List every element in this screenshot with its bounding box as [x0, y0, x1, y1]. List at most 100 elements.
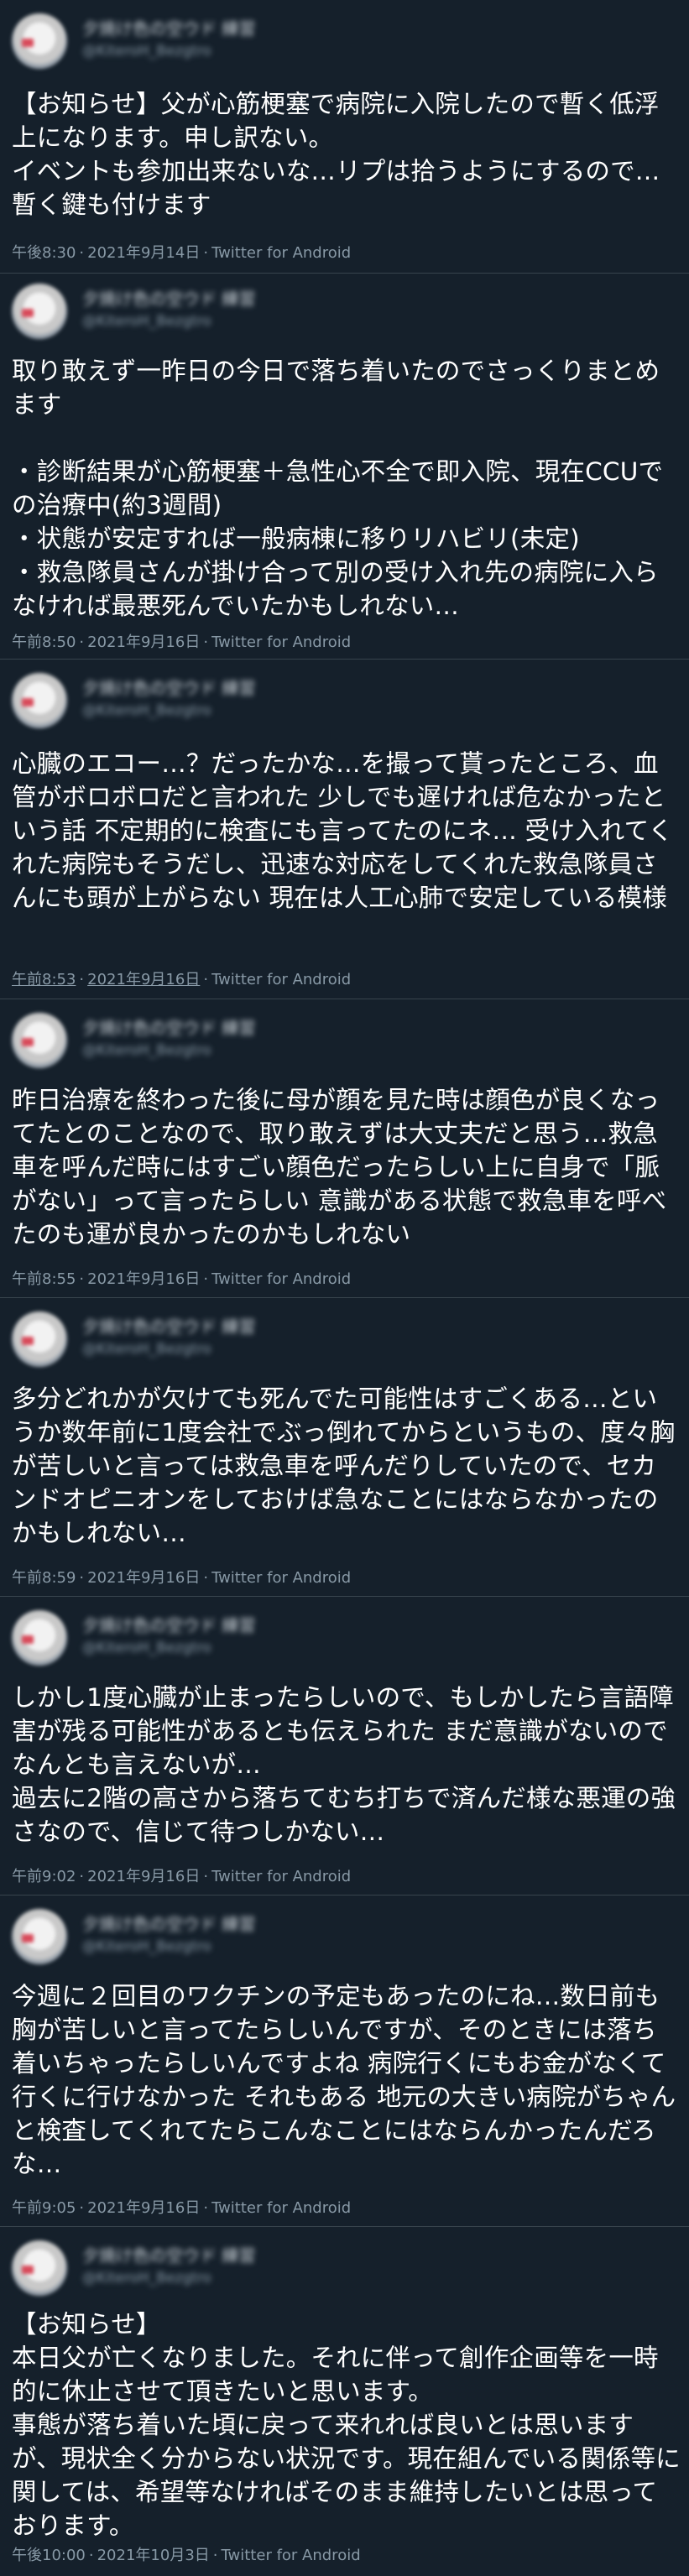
author-handle[interactable]: @KiteroH_Bezgtro — [82, 1639, 435, 1657]
avatar-badge-icon — [22, 2266, 34, 2274]
author-block[interactable]: 夕焼け色の空ウド 練習 @KiteroH_Bezgtro — [82, 1018, 435, 1065]
tweet-time[interactable]: 午前9:05 — [12, 2199, 76, 2217]
tweet[interactable]: 夕焼け色の空ウド 練習 @KiteroH_Bezgtro 昨日治療を終わった後に… — [0, 999, 689, 1298]
tweet-time[interactable]: 午後10:00 — [12, 2547, 86, 2564]
tweet-client[interactable]: Twitter for Android — [211, 244, 351, 262]
tweet-date[interactable]: 2021年9月16日 — [87, 1868, 200, 1885]
meta-separator: · — [79, 1270, 85, 1288]
tweet-date[interactable]: 2021年9月16日 — [87, 971, 200, 988]
author-block[interactable]: 夕焼け色の空ウド 練習 @KiteroH_Bezgtro — [82, 1914, 435, 1961]
meta-separator: · — [203, 634, 209, 651]
meta-separator: · — [79, 1868, 85, 1885]
tweet-text: 多分どれかが欠けても死んでた可能性はすごくある…というか数年前に1度会社でぶっ倒… — [12, 1384, 676, 1547]
tweet-time[interactable]: 午前8:53 — [12, 971, 76, 988]
author-block[interactable]: 夕焼け色の空ウド 練習 @KiteroH_Bezgtro — [82, 18, 435, 65]
author-handle[interactable]: @KiteroH_Bezgtro — [82, 42, 435, 60]
avatar-badge-icon — [22, 1337, 34, 1345]
avatar[interactable] — [12, 1311, 67, 1367]
author-block[interactable]: 夕焼け色の空ウド 練習 @KiteroH_Bezgtro — [82, 678, 435, 725]
author-name[interactable]: 夕焼け色の空ウド 練習 — [82, 2245, 435, 2266]
tweet-client[interactable]: Twitter for Android — [211, 971, 351, 988]
author-handle[interactable]: @KiteroH_Bezgtro — [82, 701, 435, 720]
avatar[interactable] — [12, 284, 67, 339]
author-name[interactable]: 夕焼け色の空ウド 練習 — [82, 1615, 435, 1635]
tweet-time[interactable]: 午後8:30 — [12, 244, 76, 262]
tweet-header: 夕焼け色の空ウド 練習 @KiteroH_Bezgtro — [12, 1013, 666, 1072]
meta-separator: · — [203, 244, 209, 262]
avatar[interactable] — [12, 13, 67, 69]
author-name[interactable]: 夕焼け色の空ウド 練習 — [82, 678, 435, 698]
meta-separator: · — [203, 2199, 209, 2217]
author-handle[interactable]: @KiteroH_Bezgtro — [82, 1041, 435, 1060]
tweet-date[interactable]: 2021年9月16日 — [87, 1270, 200, 1288]
tweet-text: 心臓のエコー…？だったかな…を撮って貰ったところ、血管がボロボロだと言われた 少… — [12, 749, 674, 912]
tweet-date[interactable]: 2021年9月14日 — [87, 244, 200, 262]
tweet[interactable]: 夕焼け色の空ウド 練習 @KiteroH_Bezgtro しかし1度心臓が止まっ… — [0, 1597, 689, 1895]
avatar-badge-icon — [22, 1038, 34, 1046]
tweet-client[interactable]: Twitter for Android — [211, 2199, 351, 2217]
meta-separator: · — [79, 2199, 85, 2217]
author-handle[interactable]: @KiteroH_Bezgtro — [82, 312, 435, 331]
author-name[interactable]: 夕焼け色の空ウド 練習 — [82, 289, 435, 309]
tweet-header: 夕焼け色の空ウド 練習 @KiteroH_Bezgtro — [12, 1610, 666, 1669]
author-handle[interactable]: @KiteroH_Bezgtro — [82, 1340, 435, 1358]
author-handle[interactable]: @KiteroH_Bezgtro — [82, 1937, 435, 1956]
author-name[interactable]: 夕焼け色の空ウド 練習 — [82, 1018, 435, 1038]
author-name[interactable]: 夕焼け色の空ウド 練習 — [82, 1914, 435, 1934]
avatar-badge-icon — [22, 39, 34, 47]
tweet-timeline: 夕焼け色の空ウド 練習 @KiteroH_Bezgtro 【お知らせ】父が心筋梗… — [0, 0, 689, 2576]
tweet-client[interactable]: Twitter for Android — [222, 2547, 361, 2564]
tweet-text: 昨日治療を終わった後に母が顔を見た時は顔色が良くなってたとのことなので、取り敢え… — [12, 1086, 667, 1249]
avatar[interactable] — [12, 673, 67, 728]
meta-separator: · — [79, 634, 85, 651]
tweet-text: 【お知らせ】父が心筋梗塞で病院に入院したので暫く低浮上になります。申し訳ない。 … — [12, 90, 660, 219]
avatar-badge-icon — [22, 1635, 34, 1644]
avatar[interactable] — [12, 2240, 67, 2296]
avatar-badge-icon — [22, 1934, 34, 1942]
meta-separator: · — [88, 2547, 94, 2564]
tweet-date[interactable]: 2021年10月3日 — [97, 2547, 210, 2564]
tweet-time[interactable]: 午前8:59 — [12, 1569, 76, 1587]
avatar[interactable] — [12, 1013, 67, 1068]
meta-separator: · — [203, 1569, 209, 1587]
tweet[interactable]: 夕焼け色の空ウド 練習 @KiteroH_Bezgtro 【お知らせ】 本日父が… — [0, 2227, 689, 2576]
tweet[interactable]: 夕焼け色の空ウド 練習 @KiteroH_Bezgtro 多分どれかが欠けても死… — [0, 1298, 689, 1597]
avatar[interactable] — [12, 1610, 67, 1666]
tweet-date[interactable]: 2021年9月16日 — [87, 634, 200, 651]
meta-separator: · — [212, 2547, 218, 2564]
tweet-meta: 午前9:05 · 2021年9月16日 · Twitter for Android — [12, 2198, 351, 2219]
tweet-time[interactable]: 午前8:50 — [12, 634, 76, 651]
tweet-client[interactable]: Twitter for Android — [211, 1569, 351, 1587]
meta-separator: · — [203, 971, 209, 988]
author-block[interactable]: 夕焼け色の空ウド 練習 @KiteroH_Bezgtro — [82, 1615, 435, 1662]
author-name[interactable]: 夕焼け色の空ウド 練習 — [82, 1317, 435, 1337]
tweet-meta: 午前8:53 · 2021年9月16日 · Twitter for Android — [12, 970, 351, 990]
tweet[interactable]: 夕焼け色の空ウド 練習 @KiteroH_Bezgtro 取り敢えず一昨日の今日… — [0, 274, 689, 660]
author-handle[interactable]: @KiteroH_Bezgtro — [82, 2269, 435, 2287]
meta-separator: · — [79, 971, 85, 988]
tweet[interactable]: 夕焼け色の空ウド 練習 @KiteroH_Bezgtro 心臓のエコー…？だった… — [0, 660, 689, 999]
author-block[interactable]: 夕焼け色の空ウド 練習 @KiteroH_Bezgtro — [82, 2245, 435, 2292]
tweet-client[interactable]: Twitter for Android — [211, 1868, 351, 1885]
author-block[interactable]: 夕焼け色の空ウド 練習 @KiteroH_Bezgtro — [82, 1317, 435, 1364]
tweet-text: しかし1度心臓が止まったらしいので、もしかしたら言語障害が残る可能性があるとも伝… — [12, 1683, 676, 1846]
tweet[interactable]: 夕焼け色の空ウド 練習 @KiteroH_Bezgtro 【お知らせ】父が心筋梗… — [0, 0, 689, 274]
author-name[interactable]: 夕焼け色の空ウド 練習 — [82, 18, 435, 39]
tweet-date[interactable]: 2021年9月16日 — [87, 2199, 200, 2217]
meta-separator: · — [79, 1569, 85, 1587]
avatar[interactable] — [12, 1909, 67, 1964]
tweet-client[interactable]: Twitter for Android — [211, 634, 351, 651]
tweet-time[interactable]: 午前9:02 — [12, 1868, 76, 1885]
author-block[interactable]: 夕焼け色の空ウド 練習 @KiteroH_Bezgtro — [82, 289, 435, 336]
tweet-text: 今週に２回目のワクチンの予定もあったのにね…数日前も胸が苦しいと言ってたらしいん… — [12, 1982, 676, 2178]
tweet-header: 夕焼け色の空ウド 練習 @KiteroH_Bezgtro — [12, 13, 666, 72]
tweet-text: 取り敢えず一昨日の今日で落ち着いたのでさっくりまとめます ・診断結果が心筋梗塞＋… — [12, 357, 664, 620]
tweet[interactable]: 夕焼け色の空ウド 練習 @KiteroH_Bezgtro 今週に２回目のワクチン… — [0, 1895, 689, 2227]
meta-separator: · — [203, 1270, 209, 1288]
tweet-time[interactable]: 午前8:55 — [12, 1270, 76, 1288]
avatar-badge-icon — [22, 309, 34, 317]
tweet-client[interactable]: Twitter for Android — [211, 1270, 351, 1288]
tweet-header: 夕焼け色の空ウド 練習 @KiteroH_Bezgtro — [12, 2240, 666, 2299]
tweet-date[interactable]: 2021年9月16日 — [87, 1569, 200, 1587]
tweet-text: 【お知らせ】 本日父が亡くなりました。それに伴って創作企画等を一時的に休止させて… — [12, 2310, 681, 2540]
